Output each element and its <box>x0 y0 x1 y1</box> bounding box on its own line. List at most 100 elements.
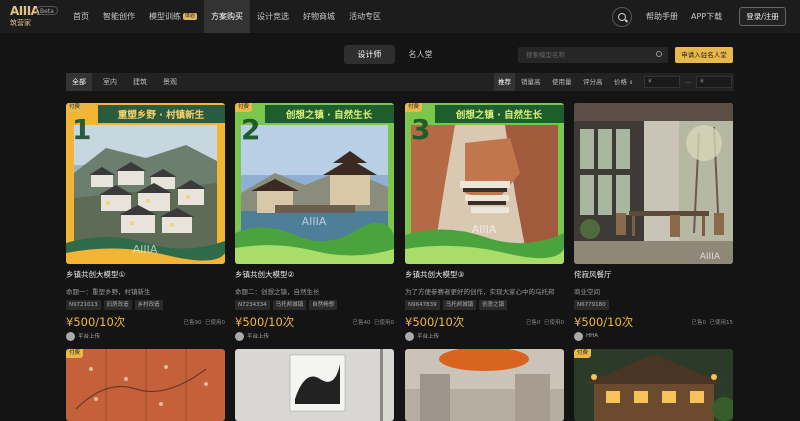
filter-tab-interior[interactable]: 室内 <box>103 73 117 91</box>
card-tags: N6779180 <box>574 300 609 310</box>
card-stats: 已售40 已使用0 <box>353 318 395 326</box>
nav-item-label: 活动专区 <box>349 12 382 21</box>
filter-bar: 全部 室内 建筑 景观 推荐 销量高 使用量 评分高 价格 ⇕ ¥ — ¥ <box>66 73 734 91</box>
nav-item-label: 设计竞选 <box>257 12 290 21</box>
logo[interactable]: AIIIA 筑营家 <box>10 3 40 29</box>
avatar <box>235 331 244 341</box>
wooden-house-night-image <box>574 349 733 421</box>
help-manual-link[interactable]: 帮助手册 <box>646 0 678 33</box>
floral-screen-image <box>66 349 225 421</box>
rural-village-image: 1 重塑乡野 · 村镇新生 AIIIA <box>66 103 225 264</box>
nav-item-design-competition[interactable]: 设计竞选 <box>250 0 296 33</box>
filter-tab-all[interactable]: 全部 <box>66 73 92 91</box>
search-icon[interactable] <box>612 7 632 27</box>
card-description: 命题一：重塑乡野，村镇新生 <box>66 288 151 296</box>
logo-mark: AIIIA <box>10 4 40 18</box>
tag: 乌托邦城镇 <box>272 300 307 310</box>
tag: 乡村改造 <box>134 300 163 310</box>
card-number: 1 <box>72 113 91 146</box>
avatar <box>574 331 583 341</box>
beta-badge: Beta <box>36 6 58 15</box>
card-stats: 已售0 已使用0 <box>526 318 564 326</box>
designer-hall-toggle: 设计师 名人堂 <box>344 45 446 64</box>
sort-sales[interactable]: 销量高 <box>521 73 541 91</box>
card-description: 命题二：创想之镇，自然生长 <box>235 288 320 296</box>
tab-hall-of-fame[interactable]: 名人堂 <box>395 45 446 64</box>
card-watermark: AIIIA <box>472 223 497 236</box>
wabi-sabi-restaurant-image: AIIIA <box>574 103 733 264</box>
nav-item-events[interactable]: 活动专区 <box>342 0 388 33</box>
paid-badge: 付费 <box>66 103 84 112</box>
sort-recommended[interactable]: 推荐 <box>494 73 515 91</box>
login-register-button[interactable]: 登录/注册 <box>739 7 786 26</box>
card-price: ¥500/10次 <box>405 315 465 329</box>
card-number: 2 <box>241 113 260 146</box>
tab-designer[interactable]: 设计师 <box>344 45 395 64</box>
card-description: 为了方便参赛者更好的创作，实现大家心中的乌托邦 <box>405 288 555 296</box>
card-thumbnail[interactable]: AIIIA <box>574 103 733 264</box>
apply-hall-of-fame-button[interactable]: 申请入驻名人堂 <box>675 47 733 63</box>
nav-item-label: 首页 <box>73 12 89 21</box>
nav-item-label: 智能创作 <box>103 12 135 21</box>
sort-price[interactable]: 价格 ⇕ <box>614 73 633 92</box>
nav-item-solution-purchase[interactable]: 方案购买 <box>204 0 251 33</box>
app-download-link[interactable]: APP下载 <box>691 0 722 33</box>
nav-item-home[interactable]: 首页 <box>66 0 96 33</box>
nav-item-mall[interactable]: 好物商城 <box>296 0 342 33</box>
card-uploader: 平台上传 <box>66 331 100 341</box>
sort-price-label: 价格 <box>614 78 627 86</box>
card-uploader: 平台上传 <box>405 331 439 341</box>
avatar <box>405 331 414 341</box>
card-thumbnail[interactable] <box>405 349 564 421</box>
card-thumbnail[interactable] <box>235 349 394 421</box>
card-stats: 已售0 已使用15 <box>692 318 734 326</box>
card-number: 3 <box>411 113 430 146</box>
card-thumbnail[interactable]: 付费 <box>66 349 225 421</box>
model-search-input[interactable]: 搜索模型名称 <box>518 47 668 63</box>
uploader-name: HHA <box>586 333 599 339</box>
uploader-name: 平台上传 <box>78 334 101 340</box>
card-banner-text: 重塑乡野 · 村镇新生 <box>118 109 205 121</box>
chinese-pavilion-image: 2 创想之镇 · 自然生长 AIIIA <box>235 103 394 264</box>
card-price: ¥500/10次 <box>66 315 126 329</box>
card-thumbnail[interactable]: 3 创想之镇 · 自然生长 AIIIA 付费 <box>405 103 564 264</box>
sort-rating[interactable]: 评分高 <box>583 73 603 91</box>
ink-painting-wall-image <box>235 349 394 421</box>
avatar <box>66 331 75 341</box>
search-icon[interactable] <box>656 51 662 57</box>
card-tags: N9647839 乌托邦城镇 创意之镇 <box>405 300 508 310</box>
tag: N7234334 <box>235 300 270 310</box>
sort-usage[interactable]: 使用量 <box>552 73 572 91</box>
nav-item-ai-create[interactable]: 智能创作 <box>96 0 142 33</box>
filter-tab-architecture[interactable]: 建筑 <box>133 73 147 91</box>
nav-item-label: 方案购买 <box>211 12 244 21</box>
card-thumbnail[interactable]: 2 创想之镇 · 自然生长 AIIIA 付费 <box>235 103 394 264</box>
paid-badge: 付费 <box>66 349 84 358</box>
nav-item-label: 好物商城 <box>303 12 336 21</box>
card-thumbnail[interactable]: 1 重塑乡野 · 村镇新生 AIIIA 付费 <box>66 103 225 264</box>
card-tags: N9721013 旧房改造 乡村改造 <box>66 300 163 310</box>
tag: 创意之镇 <box>479 300 508 310</box>
price-min-input[interactable]: ¥ <box>644 76 680 88</box>
tag: N9647839 <box>405 300 440 310</box>
card-title: 侘寂风餐厅 <box>574 270 612 279</box>
card-uploader: HHA <box>574 331 598 341</box>
paid-badge: 付费 <box>574 349 592 358</box>
card-title: 乡镇共创大模型② <box>235 270 295 279</box>
used-count: 已使用15 <box>709 320 734 326</box>
trial-badge: 体验 <box>183 13 198 20</box>
sort-arrows-icon: ⇕ <box>629 80 634 86</box>
card-thumbnail[interactable]: 付费 <box>574 349 733 421</box>
tag: 乌托邦城镇 <box>442 300 477 310</box>
tag: 自然畅想 <box>309 300 338 310</box>
price-max-input[interactable]: ¥ <box>696 76 732 88</box>
main-nav: 首页 智能创作 模型训练 体验 方案购买 设计竞选 好物商城 活动专区 <box>66 0 388 33</box>
logo-subtitle: 筑营家 <box>10 19 31 27</box>
search-placeholder: 搜索模型名称 <box>526 51 565 59</box>
card-title: 乡镇共创大模型③ <box>405 270 465 279</box>
card-banner-text: 创想之镇 · 自然生长 <box>455 109 543 121</box>
top-nav-bar: AIIIA 筑营家 Beta 首页 智能创作 模型训练 体验 方案购买 设计竞选 … <box>0 0 800 33</box>
filter-tab-landscape[interactable]: 景观 <box>163 73 177 91</box>
nav-item-model-training[interactable]: 模型训练 体验 <box>142 0 204 33</box>
canyon-architecture-image: 3 创想之镇 · 自然生长 AIIIA <box>405 103 564 264</box>
